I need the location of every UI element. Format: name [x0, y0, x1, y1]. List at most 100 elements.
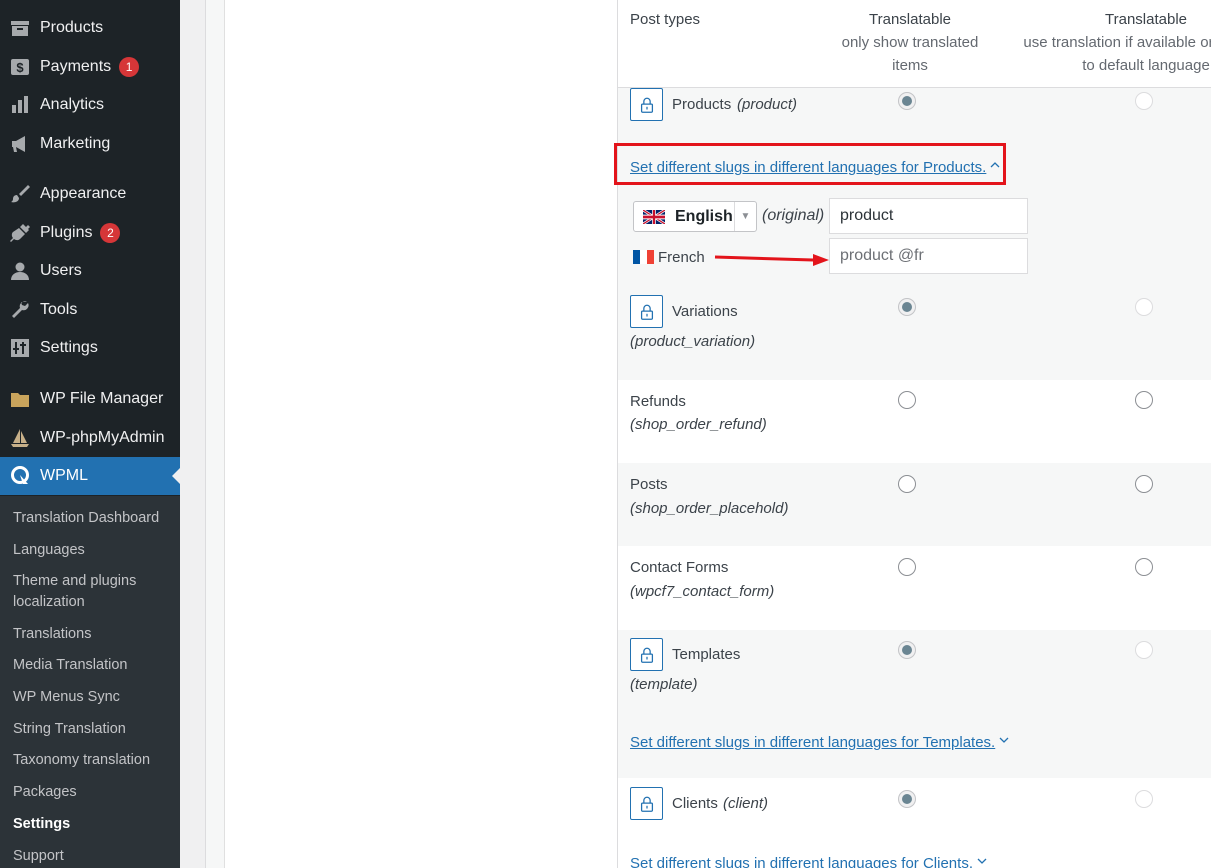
menu-label: Products: [40, 19, 104, 36]
menu-marketing[interactable]: Marketing: [0, 125, 180, 163]
wpml-icon: [9, 466, 31, 486]
post-type-slug: (client): [723, 795, 769, 812]
menu-users[interactable]: Users: [0, 252, 180, 290]
submenu-settings[interactable]: Settings: [13, 814, 173, 835]
brush-icon: [9, 184, 31, 204]
menu-appearance[interactable]: Appearance: [0, 175, 180, 213]
post-type-name: Templates: [672, 646, 741, 663]
sailboat-icon: [9, 428, 31, 448]
lock-icon[interactable]: [630, 295, 663, 328]
col-desc: only show translated items: [841, 34, 979, 74]
radio-translatable-fallback[interactable]: [1135, 391, 1153, 409]
post-type-name: Contact Forms: [630, 559, 729, 576]
table-row: Templates (template) Set different slugs…: [618, 630, 1211, 778]
radio-translatable-fallback[interactable]: [1135, 790, 1153, 808]
radio-translatable-fallback[interactable]: [1135, 298, 1153, 316]
french-slug-input[interactable]: product @fr: [829, 238, 1028, 274]
user-icon: [9, 261, 31, 281]
annotation-arrow-icon: [714, 254, 829, 266]
submenu-translation-dashboard[interactable]: Translation Dashboard: [13, 508, 173, 529]
menu-label: Appearance: [40, 185, 127, 202]
menu-analytics[interactable]: Analytics: [0, 86, 180, 124]
settings-description-panel: [224, 0, 618, 868]
clients-slug-link[interactable]: Set different slugs in different languag…: [630, 855, 987, 868]
col-translatable-only: Translatable only show translated items: [830, 8, 990, 77]
menu-label: Settings: [40, 339, 98, 356]
menu-payments[interactable]: $ Payments 1: [0, 48, 180, 86]
menu-plugins[interactable]: Plugins 2: [0, 214, 180, 252]
radio-translatable-only[interactable]: [898, 92, 916, 110]
post-types-table: Post types Translatable only show transl…: [618, 0, 1211, 868]
lock-icon[interactable]: [630, 787, 663, 820]
menu-wpml[interactable]: WPML: [0, 457, 180, 495]
archive-icon: [9, 18, 31, 38]
radio-translatable-fallback[interactable]: [1135, 92, 1153, 110]
post-type-slug: (product_variation): [630, 333, 756, 350]
menu-settings[interactable]: Settings: [0, 329, 180, 367]
language-select[interactable]: English ▼: [633, 201, 757, 232]
menu-label: WP-phpMyAdmin: [40, 429, 165, 446]
submenu-taxonomy-translation[interactable]: Taxonomy translation: [13, 750, 173, 771]
col-title: Translatable: [869, 11, 951, 28]
menu-label: WP File Manager: [40, 390, 164, 407]
submenu-wp-menus-sync[interactable]: WP Menus Sync: [13, 687, 173, 708]
submenu-packages[interactable]: Packages: [13, 782, 173, 803]
annotation-highlight-box: [614, 143, 1006, 185]
menu-label: Tools: [40, 301, 78, 318]
radio-translatable-only[interactable]: [898, 391, 916, 409]
lock-icon[interactable]: [630, 638, 663, 671]
post-type-name: Products: [672, 96, 732, 113]
selected-language: English: [675, 207, 733, 225]
menu-label: Users: [40, 262, 82, 279]
france-flag-icon: [633, 250, 654, 264]
dropdown-arrow-icon: ▼: [734, 202, 756, 231]
link-text: Set different slugs in different languag…: [630, 734, 996, 751]
radio-translatable-fallback[interactable]: [1135, 641, 1153, 659]
chevron-down-icon: [999, 737, 1009, 743]
original-slug-input[interactable]: product: [829, 198, 1028, 234]
submenu-theme-plugins-localization[interactable]: Theme and plugins localization: [13, 571, 173, 613]
link-text: Set different slugs in different languag…: [630, 855, 973, 868]
svg-text:$: $: [16, 60, 24, 75]
col-title: Translatable: [1105, 11, 1187, 28]
menu-label: Analytics: [40, 96, 105, 113]
menu-tools[interactable]: Tools: [0, 291, 180, 329]
post-type-name: Posts: [630, 476, 668, 493]
menu-wp-file-manager[interactable]: WP File Manager: [0, 380, 180, 418]
col-desc: use translation if available or fallback…: [1023, 34, 1211, 74]
radio-translatable-only[interactable]: [898, 790, 916, 808]
original-label: (original): [762, 207, 825, 224]
submenu-translations[interactable]: Translations: [13, 624, 173, 645]
post-type-slug: (shop_order_placehold): [630, 500, 789, 517]
menu-products[interactable]: Products: [0, 9, 180, 47]
radio-translatable-only[interactable]: [898, 475, 916, 493]
post-type-name: Clients: [672, 795, 718, 812]
templates-slug-link[interactable]: Set different slugs in different languag…: [630, 734, 1009, 751]
radio-translatable-fallback[interactable]: [1135, 475, 1153, 493]
post-type-name: Variations: [672, 303, 738, 320]
radio-translatable-fallback[interactable]: [1135, 558, 1153, 576]
post-type-name: Refunds: [630, 393, 686, 410]
radio-translatable-only[interactable]: [898, 298, 916, 316]
wpml-submenu: Translation Dashboard Languages Theme an…: [0, 496, 180, 868]
radio-translatable-only[interactable]: [898, 641, 916, 659]
submenu-support[interactable]: Support: [13, 846, 173, 867]
submenu-media-translation[interactable]: Media Translation: [13, 655, 173, 676]
folder-icon: [9, 389, 31, 409]
submenu-string-translation[interactable]: String Translation: [13, 719, 173, 740]
table-row: Clients (client) Set different slugs in …: [618, 778, 1211, 868]
settings-icon: [9, 338, 31, 358]
menu-wp-phpmyadmin[interactable]: WP-phpMyAdmin: [0, 419, 180, 457]
admin-sidebar: Products $ Payments 1 Analytics Marketin…: [0, 0, 180, 868]
menu-label: WPML: [40, 467, 88, 484]
radio-translatable-only[interactable]: [898, 558, 916, 576]
uk-flag-icon: [643, 209, 665, 224]
table-row: Variations (product_variation): [618, 286, 1211, 380]
bar-chart-icon: [9, 95, 31, 115]
submenu-languages[interactable]: Languages: [13, 540, 173, 561]
plugin-icon: [9, 223, 31, 243]
menu-label: Marketing: [40, 135, 111, 152]
table-row: Refunds (shop_order_refund): [618, 380, 1211, 463]
post-type-slug: (product): [737, 96, 798, 113]
lock-icon[interactable]: [630, 88, 663, 121]
